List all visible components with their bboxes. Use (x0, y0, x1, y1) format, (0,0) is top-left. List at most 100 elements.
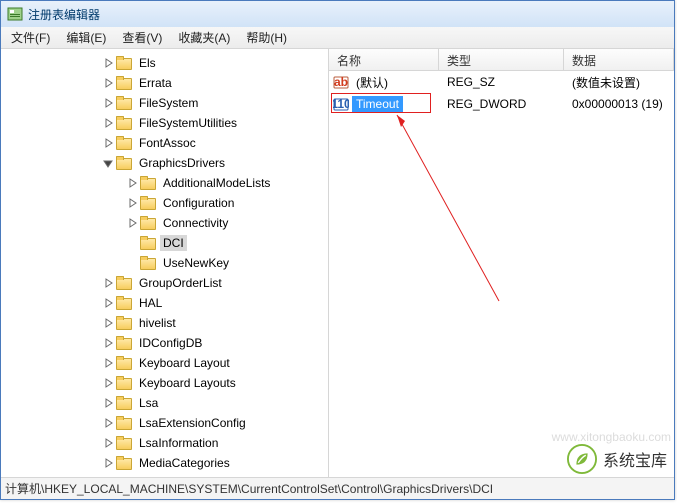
tree-expander-icon[interactable] (101, 316, 115, 330)
col-name[interactable]: 名称 (329, 49, 439, 70)
tree-item[interactable]: FileSystemUtilities (1, 113, 328, 133)
tree-expander-icon[interactable] (101, 356, 115, 370)
window-title: 注册表编辑器 (28, 6, 100, 23)
folder-icon (140, 196, 156, 210)
menu-help[interactable]: 帮助(H) (238, 27, 295, 48)
folder-icon (116, 336, 132, 350)
tree-item-label: Keyboard Layout (136, 355, 233, 371)
tree-item[interactable]: DCI (1, 233, 328, 253)
folder-icon (140, 216, 156, 230)
tree-item-label: HAL (136, 295, 165, 311)
tree-expander-icon[interactable] (101, 96, 115, 110)
tree-item[interactable]: MediaCategories (1, 453, 328, 473)
tree-item[interactable]: hivelist (1, 313, 328, 333)
tree-expander-icon[interactable] (101, 136, 115, 150)
tree-item[interactable]: Configuration (1, 193, 328, 213)
tree-item-label: FileSystem (136, 95, 201, 111)
tree-expander-icon[interactable] (125, 216, 139, 230)
folder-icon (116, 356, 132, 370)
value-type: REG_DWORD (439, 97, 564, 111)
value-data: 0x00000013 (19) (564, 97, 674, 111)
main-split: Els Errata FileSystem FileSystemUtilities Fo… (1, 49, 674, 477)
status-bar: 计算机\HKEY_LOCAL_MACHINE\SYSTEM\CurrentCon… (1, 477, 674, 499)
tree-expander-icon[interactable] (101, 396, 115, 410)
tree-expander-icon[interactable] (101, 276, 115, 290)
tree-item[interactable]: FileSystem (1, 93, 328, 113)
tree-item[interactable]: HAL (1, 293, 328, 313)
tree-expander-icon[interactable] (101, 116, 115, 130)
menu-edit[interactable]: 编辑(E) (58, 27, 114, 48)
folder-icon (116, 316, 132, 330)
folder-icon (116, 116, 132, 130)
tree-expander-icon[interactable] (101, 296, 115, 310)
tree-item[interactable]: Connectivity (1, 213, 328, 233)
tree-item[interactable]: UseNewKey (1, 253, 328, 273)
folder-icon (116, 156, 132, 170)
list-header[interactable]: 名称 类型 数据 (329, 49, 674, 71)
tree-item[interactable]: Lsa (1, 393, 328, 413)
menu-view[interactable]: 查看(V) (114, 27, 170, 48)
tree-item[interactable]: AdditionalModeLists (1, 173, 328, 193)
values-list[interactable]: ab(默认)REG_SZ(数值未设置)110TimeoutREG_DWORD0x… (329, 71, 674, 477)
leaf-icon (567, 444, 597, 474)
tree-item[interactable]: LsaInformation (1, 433, 328, 453)
tree-expander-icon[interactable] (101, 56, 115, 70)
tree-item[interactable]: Errata (1, 73, 328, 93)
tree-expander-icon[interactable] (125, 176, 139, 190)
tree-expander-icon[interactable] (101, 336, 115, 350)
tree-spacer (125, 236, 139, 250)
tree-item[interactable]: GraphicsDrivers (1, 153, 328, 173)
col-data[interactable]: 数据 (564, 49, 674, 70)
tree-item[interactable]: Keyboard Layouts (1, 373, 328, 393)
tree-item-label: Els (136, 55, 159, 71)
tree-expander-icon[interactable] (101, 416, 115, 430)
tree-spacer (125, 256, 139, 270)
tree-expander-icon[interactable] (125, 196, 139, 210)
folder-icon (116, 456, 132, 470)
folder-icon (116, 296, 132, 310)
value-data: (数值未设置) (564, 74, 674, 91)
value-name: (默认) (352, 73, 392, 92)
watermark-text: www.xitongbaoku.com (552, 430, 671, 444)
folder-icon (140, 256, 156, 270)
tree-item-label: MediaCategories (136, 455, 233, 471)
folder-icon (116, 396, 132, 410)
folder-icon (116, 416, 132, 430)
tree-item[interactable]: LsaExtensionConfig (1, 413, 328, 433)
tree-item-label: UseNewKey (160, 255, 232, 271)
tree-expander-icon[interactable] (101, 456, 115, 470)
folder-icon (116, 56, 132, 70)
value-row[interactable]: 110TimeoutREG_DWORD0x00000013 (19) (329, 93, 674, 115)
svg-text:110: 110 (333, 97, 349, 111)
brand-logo: 系统宝库 (567, 444, 667, 474)
tree-item[interactable]: Keyboard Layout (1, 353, 328, 373)
tree-item[interactable]: IDConfigDB (1, 333, 328, 353)
folder-icon (116, 376, 132, 390)
value-row[interactable]: ab(默认)REG_SZ(数值未设置) (329, 71, 674, 93)
tree-expander-icon[interactable] (101, 376, 115, 390)
tree-item-label: hivelist (136, 315, 179, 331)
menu-file[interactable]: 文件(F) (3, 27, 58, 48)
string-value-icon: ab (333, 74, 349, 90)
tree-item-label: FileSystemUtilities (136, 115, 240, 131)
col-type[interactable]: 类型 (439, 49, 564, 70)
tree-expander-icon[interactable] (101, 156, 115, 170)
titlebar[interactable]: 注册表编辑器 (1, 1, 674, 27)
tree-expander-icon[interactable] (101, 436, 115, 450)
tree-item-label: DCI (160, 235, 187, 251)
annotation-arrow (389, 111, 509, 311)
menubar: 文件(F) 编辑(E) 查看(V) 收藏夹(A) 帮助(H) (1, 27, 674, 49)
values-pane: 名称 类型 数据 ab(默认)REG_SZ(数值未设置)110TimeoutRE… (329, 49, 674, 477)
tree-item[interactable]: Els (1, 53, 328, 73)
tree-item[interactable]: FontAssoc (1, 133, 328, 153)
tree-item-label: LsaExtensionConfig (136, 415, 249, 431)
tree-item-label: AdditionalModeLists (160, 175, 273, 191)
folder-icon (116, 76, 132, 90)
registry-tree[interactable]: Els Errata FileSystem FileSystemUtilities Fo… (1, 49, 328, 477)
tree-item[interactable]: GroupOrderList (1, 273, 328, 293)
tree-item-label: LsaInformation (136, 435, 221, 451)
status-path: 计算机\HKEY_LOCAL_MACHINE\SYSTEM\CurrentCon… (5, 480, 493, 497)
tree-expander-icon[interactable] (101, 76, 115, 90)
folder-icon (116, 276, 132, 290)
menu-favorites[interactable]: 收藏夹(A) (170, 27, 238, 48)
